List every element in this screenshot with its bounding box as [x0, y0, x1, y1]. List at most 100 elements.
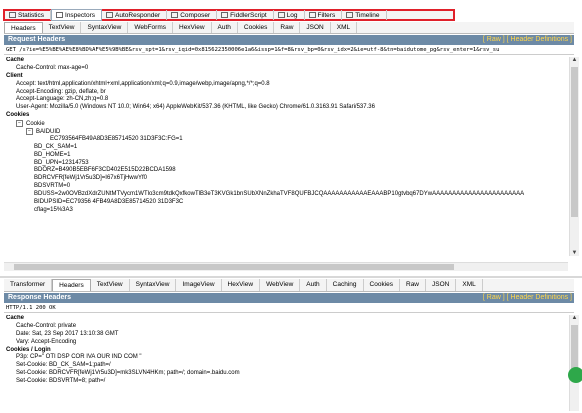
row-text: Cache-Control: private — [16, 322, 77, 329]
header-row[interactable]: User-Agent: Mozilla/5.0 (Windows NT 10.0… — [4, 104, 568, 112]
header-row[interactable]: Set-Cookie: BD_CK_SAM=1;path=/ — [4, 362, 568, 370]
scroll-thumb[interactable] — [571, 67, 578, 217]
request-tab-auth[interactable]: Auth — [212, 22, 238, 33]
response-tab-bar: Transformer Headers TextView SyntaxView Imag… — [4, 279, 574, 292]
fiddlerscript-icon — [221, 12, 229, 18]
header-row[interactable]: BIDUPSID=EC79356 4FB49A8D3E85714520 31D3… — [4, 199, 568, 207]
request-tab-json[interactable]: JSON — [300, 22, 331, 33]
response-tab-webview[interactable]: WebView — [260, 279, 301, 291]
header-row[interactable]: BD_HOME=1 — [4, 152, 568, 160]
response-tab-json[interactable]: JSON — [426, 279, 457, 291]
header-section[interactable]: Cache — [4, 315, 568, 323]
log-icon — [277, 12, 285, 18]
request-horizontal-scrollbar[interactable] — [4, 262, 568, 271]
main-tab-autoresponder[interactable]: AutoResponder — [102, 10, 168, 20]
request-headers-title-bar: Request Headers [ Raw ] [ Header Definit… — [4, 35, 574, 45]
main-tab-fiddlerscript[interactable]: FiddlerScript — [217, 10, 274, 20]
request-tab-textview[interactable]: TextView — [43, 22, 82, 33]
response-tab-caching[interactable]: Caching — [327, 279, 364, 291]
status-badge[interactable] — [568, 367, 582, 383]
request-tab-cookies[interactable]: Cookies — [238, 22, 275, 33]
collapse-toggle-icon[interactable]: − — [16, 120, 23, 128]
request-tab-xml[interactable]: XML — [331, 22, 358, 33]
header-row[interactable]: BDORZ=B490B5EBF6F3CD402E515D22BCDA1598 — [4, 167, 568, 175]
row-text: Set-Cookie: BDRCVFR[feWj1Vr5u3D]=mk3SLVN… — [16, 370, 240, 377]
response-tab-imageview[interactable]: ImageView — [176, 279, 222, 291]
header-row[interactable]: Cache-Control: max-age=0 — [4, 65, 568, 73]
request-header-links[interactable]: [ Raw ] [ Header Definitions ] — [483, 35, 572, 45]
row-text: BDRCVFR[feWj1Vr5u3D]=I67x6TjHwwYf0 — [34, 175, 147, 182]
main-tab-inspectors[interactable]: Inspectors — [51, 9, 103, 21]
main-tab-label: Inspectors — [65, 11, 96, 19]
main-tab-filters[interactable]: Filters — [305, 10, 343, 20]
request-vertical-scrollbar[interactable]: ▲ ▼ — [569, 57, 579, 256]
row-text: P3p: CP=" OTI DSP COR IVA OUR IND COM " — [16, 354, 142, 361]
response-vertical-scrollbar[interactable]: ▲ — [569, 315, 579, 411]
row-text: Accept: text/html,application/xhtml+xml,… — [16, 80, 270, 87]
response-tab-headers[interactable]: Headers — [52, 279, 91, 291]
filters-icon — [308, 12, 316, 18]
main-tab-label: FiddlerScript — [230, 11, 267, 19]
header-row[interactable]: Date: Sat, 23 Sep 2017 13:10:38 GMT — [4, 331, 568, 339]
header-section[interactable]: Client — [4, 73, 568, 81]
pane-splitter[interactable] — [0, 276, 582, 278]
response-tab-textview[interactable]: TextView — [91, 279, 130, 291]
header-row[interactable]: BDUSS=2w0OVBzdXdrZUNtMTVycm1WTlo3cm9tdkQ… — [4, 191, 568, 199]
header-section[interactable]: Cache — [4, 57, 568, 65]
main-tab-log[interactable]: Log — [274, 10, 305, 20]
collapse-toggle-icon[interactable]: − — [26, 128, 33, 136]
header-row[interactable]: BD_CK_SAM=1 — [4, 144, 568, 152]
request-line: GET /s?ie=%E5%BE%AE%E8%BD%AF%E5%9B%BE&rs… — [4, 46, 574, 55]
header-row[interactable]: Accept: text/html,application/xhtml+xml,… — [4, 81, 568, 89]
request-tab-headers[interactable]: Headers — [4, 22, 43, 33]
header-row[interactable]: cflag=15%3A3 — [4, 207, 568, 215]
main-tab-composer[interactable]: Composer — [167, 10, 218, 20]
header-row[interactable]: Set-Cookie: BDRCVFR[feWj1Vr5u3D]=mk3SLVN… — [4, 370, 568, 378]
header-row[interactable]: − Cookie — [4, 120, 568, 128]
scroll-down-icon[interactable]: ▼ — [570, 250, 579, 256]
response-headers-title-bar: Response Headers [ Raw ] [ Header Defini… — [4, 293, 574, 303]
response-tab-hexview[interactable]: HexView — [222, 279, 261, 291]
status-line: HTTP/1.1 200 OK — [4, 304, 574, 313]
header-row[interactable]: Accept-Language: zh-CN,zh;q=0.8 — [4, 96, 568, 104]
request-tab-syntaxview[interactable]: SyntaxView — [81, 22, 129, 33]
response-tab-cookies[interactable]: Cookies — [364, 279, 400, 291]
response-headers-tree: Cache Cache-Control: private Date: Sat, 23… — [4, 315, 568, 411]
response-tab-auth[interactable]: Auth — [300, 279, 327, 291]
row-text: Cookies / Login — [6, 346, 51, 353]
response-headers-title: Response Headers — [8, 294, 72, 301]
response-tab-transformer[interactable]: Transformer — [4, 279, 53, 291]
header-section[interactable]: Cookies / Login — [4, 347, 568, 355]
header-row[interactable]: Set-Cookie: BDSVRTM=8; path=/ — [4, 378, 568, 386]
header-row[interactable]: EC793564FB49A8D3E85714520 31D3F3C:FG=1 — [4, 136, 568, 144]
header-row[interactable]: − BAIDUID — [4, 128, 568, 136]
main-tab-label: AutoResponder — [115, 11, 161, 19]
header-section[interactable]: Cookies — [4, 112, 568, 120]
scroll-up-icon[interactable]: ▲ — [570, 57, 579, 63]
main-tab-timeline[interactable]: Timeline — [342, 10, 387, 20]
row-text: BDUSS=2w0OVBzdXdrZUNtMTVycm1WTlo3cm9tdkQ… — [34, 191, 525, 198]
request-headers-title: Request Headers — [8, 36, 66, 43]
header-row[interactable]: BDRCVFR[feWj1Vr5u3D]=I67x6TjHwwYf0 — [4, 175, 568, 183]
header-row[interactable]: P3p: CP=" OTI DSP COR IVA OUR IND COM " — [4, 354, 568, 362]
header-row[interactable]: Accept-Encoding: gzip, deflate, br — [4, 89, 568, 97]
header-row[interactable]: Cache-Control: private — [4, 323, 568, 331]
hscroll-thumb[interactable] — [14, 264, 454, 270]
header-row[interactable]: BDSVRTM=0 — [4, 183, 568, 191]
response-header-links[interactable]: [ Raw ] [ Header Definitions ] — [483, 293, 572, 303]
row-text: Accept-Language: zh-CN,zh;q=0.8 — [16, 96, 109, 103]
row-text: Set-Cookie: BDSVRTM=8; path=/ — [16, 378, 106, 385]
row-text: Date: Sat, 23 Sep 2017 13:10:38 GMT — [16, 330, 119, 337]
header-row[interactable]: BD_UPN=12314753 — [4, 160, 568, 168]
row-text: Cache — [6, 315, 25, 321]
request-headers-tree: Cache Cache-Control: max-age=0 Client Accep… — [4, 57, 568, 256]
request-tab-webforms[interactable]: WebForms — [128, 22, 173, 33]
response-tab-syntaxview[interactable]: SyntaxView — [130, 279, 177, 291]
header-row[interactable]: Vary: Accept-Encoding — [4, 339, 568, 347]
response-tab-xml[interactable]: XML — [456, 279, 483, 291]
response-tab-raw[interactable]: Raw — [400, 279, 427, 291]
scroll-up-icon[interactable]: ▲ — [570, 315, 579, 321]
main-tab-statistics[interactable]: Statistics — [5, 10, 52, 20]
request-tab-raw[interactable]: Raw — [274, 22, 301, 33]
request-tab-hexview[interactable]: HexView — [173, 22, 212, 33]
